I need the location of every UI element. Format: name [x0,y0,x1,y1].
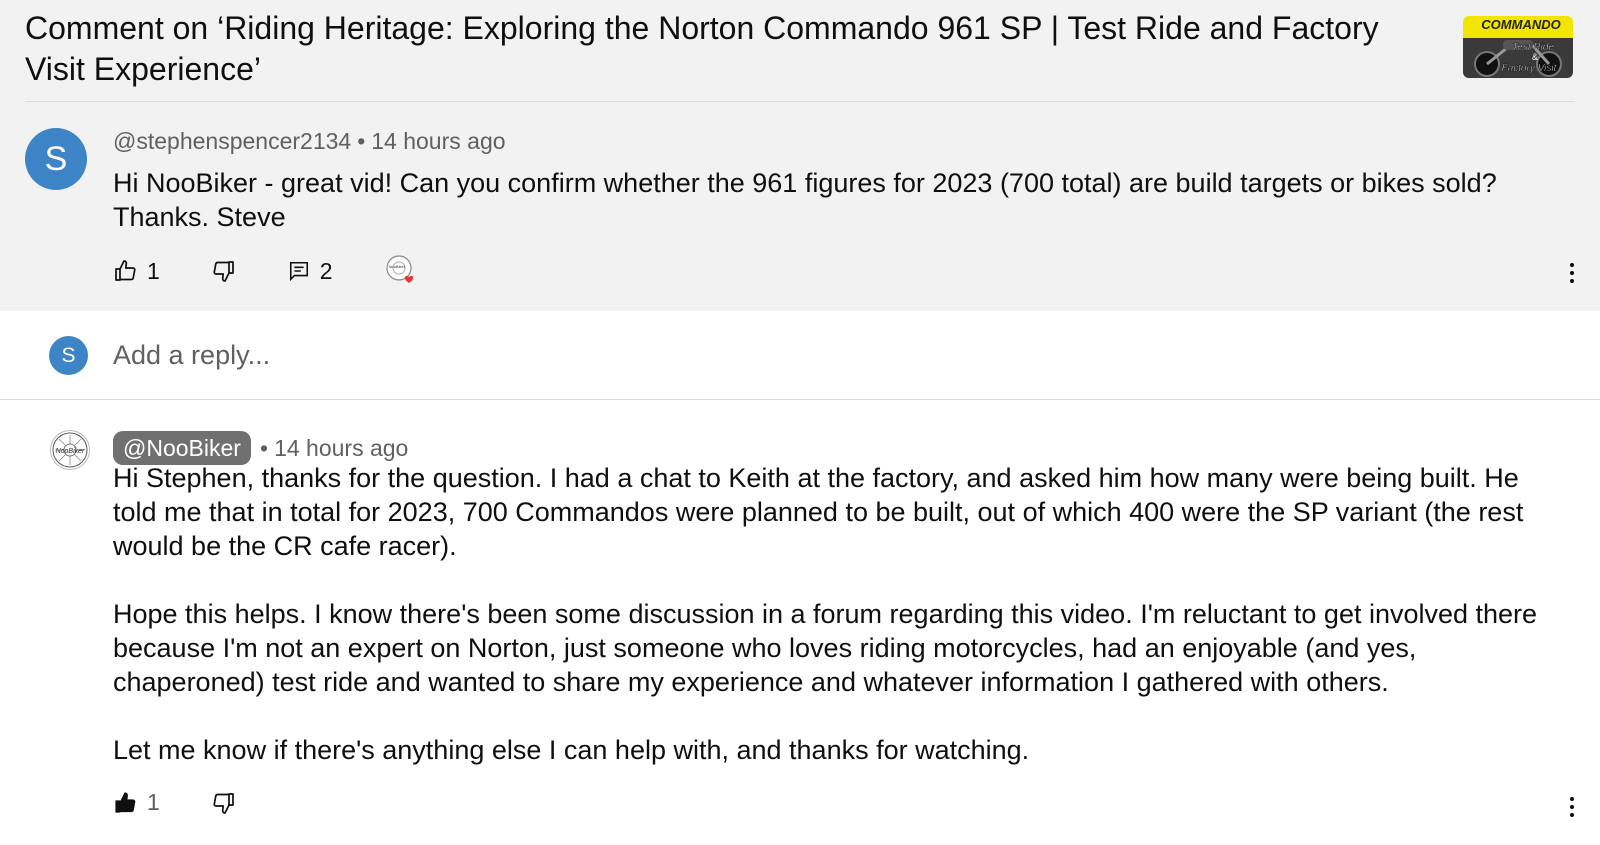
reply-count: 2 [319,257,333,284]
creator-heart-icon [385,255,413,283]
thumbnail-caption-line-3: Factory Visit [1502,63,1558,74]
thumbs-down-icon [213,261,234,282]
thumbs-up-filled-icon [115,791,136,813]
more-options-icon[interactable] [1562,792,1582,822]
reply-actions: 1 [113,789,288,816]
like-count: 1 [147,257,160,284]
reply-button[interactable]: 2 [288,258,333,285]
creator-heart: NooBiker [385,255,419,287]
like-button[interactable]: 1 [113,258,160,285]
comment-meta: @stephenspencer2134 • 14 hours ago [113,128,506,155]
thumbs-up-icon [115,260,136,281]
avatar[interactable]: S [49,336,88,375]
thumbnail-caption-line-2: & [1532,52,1538,62]
reply-meta: • 14 hours ago [260,435,408,462]
reply-composer: S [0,311,1600,400]
video-thumbnail[interactable]: COMMANDO Test Ride & Factory Visit [1463,16,1573,78]
avatar[interactable]: S [25,128,87,190]
like-count: 1 [147,789,160,815]
divider [25,101,1575,102]
comment-timestamp[interactable]: 14 hours ago [371,128,505,154]
comment-author[interactable]: @stephenspencer2134 [113,128,351,154]
page-title: Comment on ‘Riding Heritage: Exploring t… [25,10,1379,87]
like-button[interactable]: 1 [113,789,160,816]
heart-giver-name: NooBiker [388,264,406,269]
thumbs-down-icon [213,792,234,814]
reply-text: Hi Stephen, thanks for the question. I h… [113,463,1538,765]
thumbnail-brand-text: COMMANDO [1481,17,1560,32]
reply-timestamp[interactable]: 14 hours ago [274,435,408,461]
avatar[interactable]: NooBiker [50,430,90,470]
separator-dot: • [357,128,366,154]
comment-icon [289,261,308,282]
comment-text: Hi NooBiker - great vid! Can you confirm… [113,168,1504,232]
more-options-icon[interactable] [1562,258,1582,288]
separator-dot: • [260,435,269,461]
comment-actions: 1 2 NooBiker [113,255,471,287]
reply-input[interactable] [113,333,1513,377]
parent-comment-panel: Comment on ‘Riding Heritage: Exploring t… [0,0,1600,311]
channel-owner-badge[interactable]: @NooBiker [113,431,251,465]
avatar-brand-text: NooBiker [56,448,85,455]
dislike-button[interactable] [212,259,236,283]
dislike-button[interactable] [212,791,236,815]
